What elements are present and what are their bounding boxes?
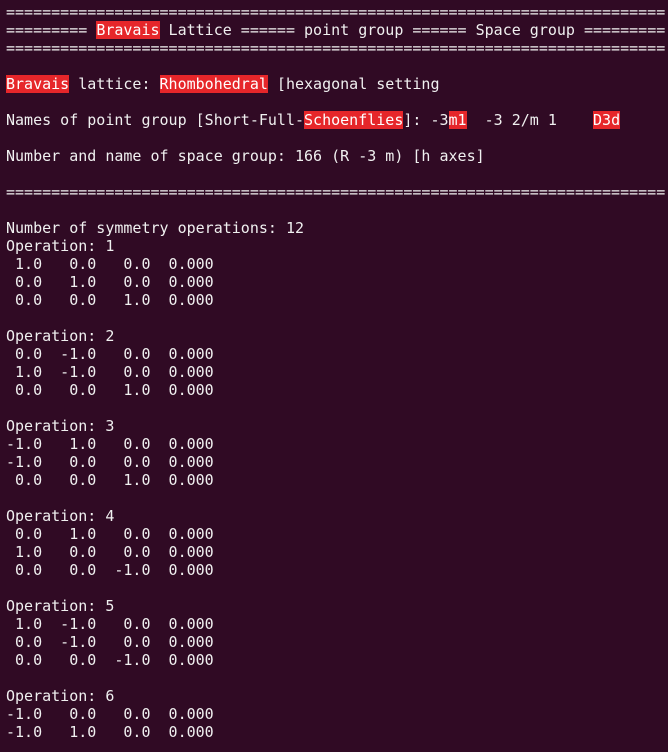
terminal-line: 0.0 1.0 0.0 0.000 [6, 525, 665, 543]
terminal-text: 1.0 -1.0 0.0 0.000 [6, 363, 214, 381]
terminal-text: 0.0 0.0 1.0 0.000 [6, 381, 214, 399]
terminal-line: 1.0 0.0 0.0 0.000 [6, 543, 665, 561]
terminal-line: 0.0 -1.0 0.0 0.000 [6, 633, 665, 651]
terminal-text: 0.0 0.0 -1.0 0.000 [6, 561, 214, 579]
terminal-text: Lattice ====== point group ====== Space … [159, 21, 666, 39]
terminal-line: 0.0 0.0 -1.0 0.000 [6, 651, 665, 669]
terminal-text: 0.0 1.0 0.0 0.000 [6, 273, 214, 291]
terminal-text: ========= [6, 21, 97, 39]
terminal-text: 0.0 1.0 0.0 0.000 [6, 525, 214, 543]
terminal-line: Number of symmetry operations: 12 [6, 219, 665, 237]
terminal-text: lattice: [69, 75, 160, 93]
highlighted-text: Bravais [6, 75, 70, 93]
terminal-text: Operation: 3 [6, 417, 115, 435]
terminal-text: Number of symmetry operations: 12 [6, 219, 305, 237]
terminal-text: 0.0 -1.0 0.0 0.000 [6, 345, 214, 363]
terminal-line: 0.0 0.0 1.0 0.000 [6, 381, 665, 399]
terminal-line: 0.0 0.0 -1.0 0.000 [6, 561, 665, 579]
terminal-text: 0.0 0.0 1.0 0.000 [6, 471, 214, 489]
highlighted-text: D3d [593, 111, 621, 129]
terminal-line: 0.0 -1.0 0.0 0.000 [6, 345, 665, 363]
terminal-line: ========= Bravais Lattice ====== point g… [6, 21, 665, 39]
terminal-text: -1.0 1.0 0.0 0.000 [6, 435, 214, 453]
terminal-text: Names of point group [Short-Full- [6, 111, 305, 129]
terminal-text: ========================================… [6, 183, 666, 201]
terminal-text: -3 2/m 1 [466, 111, 594, 129]
terminal-line: Operation: 4 [6, 507, 665, 525]
terminal-text: ========================================… [6, 3, 666, 21]
terminal-line: Operation: 3 [6, 417, 665, 435]
terminal-line: Operation: 2 [6, 327, 665, 345]
terminal-line: Names of point group [Short-Full-Schoenf… [6, 111, 665, 129]
terminal-text: -1.0 1.0 0.0 0.000 [6, 723, 214, 741]
terminal-line: 0.0 0.0 1.0 0.000 [6, 291, 665, 309]
terminal-line: -1.0 0.0 0.0 0.000 [6, 705, 665, 723]
terminal-text: 1.0 0.0 0.0 0.000 [6, 255, 214, 273]
terminal-line: -1.0 0.0 0.0 0.000 [6, 453, 665, 471]
terminal-line: Operation: 5 [6, 597, 665, 615]
highlighted-text: Schoenflies [304, 111, 404, 129]
terminal-line: Bravais lattice: Rhombohedral [hexagonal… [6, 75, 665, 93]
highlighted-text: Bravais [96, 21, 160, 39]
terminal-line: -1.0 1.0 0.0 0.000 [6, 435, 665, 453]
terminal-line: 0.0 0.0 1.0 0.000 [6, 471, 665, 489]
terminal-line: -1.0 1.0 0.0 0.000 [6, 723, 665, 741]
highlighted-text: Rhombohedral [159, 75, 268, 93]
terminal-text: 0.0 0.0 1.0 0.000 [6, 291, 214, 309]
highlighted-text: m1 [448, 111, 467, 129]
terminal-text: Number and name of space group: 166 (R -… [6, 147, 485, 165]
terminal-text: Operation: 5 [6, 597, 115, 615]
terminal-text: Operation: 1 [6, 237, 115, 255]
terminal-text: 1.0 0.0 0.0 0.000 [6, 543, 214, 561]
terminal-line: Number and name of space group: 166 (R -… [6, 147, 665, 165]
terminal-line: ========================================… [6, 183, 665, 201]
terminal-text: 1.0 -1.0 0.0 0.000 [6, 615, 214, 633]
terminal-text: Operation: 4 [6, 507, 115, 525]
terminal-line: 0.0 1.0 0.0 0.000 [6, 273, 665, 291]
terminal-text: [hexagonal setting [267, 75, 440, 93]
terminal-text: ]: -3 [403, 111, 449, 129]
terminal-line: 1.0 -1.0 0.0 0.000 [6, 615, 665, 633]
terminal-output[interactable]: ========================================… [6, 3, 665, 741]
terminal-text: ========================================… [6, 39, 666, 57]
terminal-line: 1.0 -1.0 0.0 0.000 [6, 363, 665, 381]
terminal-text: -1.0 0.0 0.0 0.000 [6, 705, 214, 723]
terminal-line: Operation: 6 [6, 687, 665, 705]
terminal-text: 0.0 -1.0 0.0 0.000 [6, 633, 214, 651]
terminal-text: -1.0 0.0 0.0 0.000 [6, 453, 214, 471]
terminal-line: ========================================… [6, 39, 665, 57]
terminal-line: ========================================… [6, 3, 665, 21]
terminal-text: 0.0 0.0 -1.0 0.000 [6, 651, 214, 669]
terminal-text: Operation: 2 [6, 327, 115, 345]
terminal-text: Operation: 6 [6, 687, 115, 705]
terminal-line: 1.0 0.0 0.0 0.000 [6, 255, 665, 273]
terminal-line: Operation: 1 [6, 237, 665, 255]
